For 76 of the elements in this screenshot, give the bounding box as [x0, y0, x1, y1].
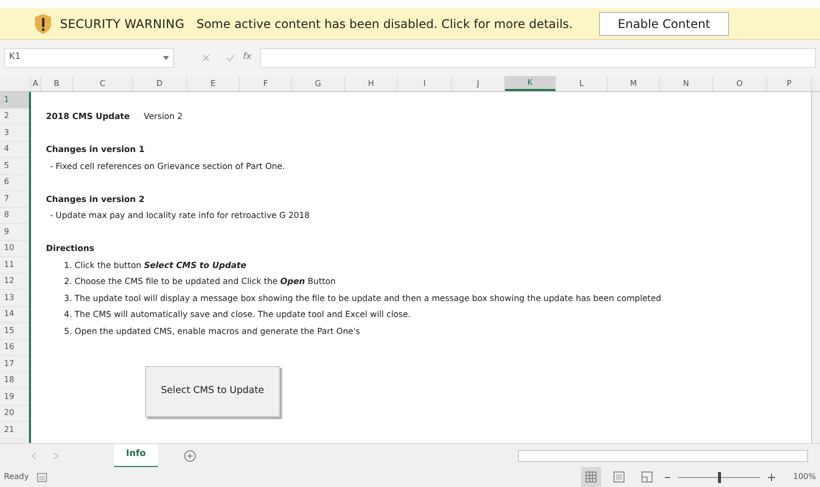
column-header[interactable]: C	[73, 76, 133, 91]
cell-text: - Fixed cell references on Grievance section of Part One.	[49, 160, 285, 173]
column-header[interactable]: M	[608, 76, 660, 91]
row-header[interactable]: 21	[0, 422, 29, 438]
column-header[interactable]: F	[240, 76, 292, 91]
row-header[interactable]: 16	[0, 340, 29, 356]
status-text: Ready	[4, 471, 29, 483]
vertical-scrollbar[interactable]	[812, 92, 820, 443]
dropdown-caret-icon[interactable]	[163, 56, 169, 60]
cell-text: Version 2	[144, 110, 183, 124]
row-header[interactable]: 20	[0, 406, 29, 422]
warning-message[interactable]: Some active content has been disabled. Click for more details.	[196, 14, 573, 32]
select-cms-button[interactable]: Select CMS to Update	[145, 366, 280, 417]
row-header[interactable]: 2	[0, 108, 29, 125]
column-header[interactable]: N	[660, 76, 713, 91]
column-header[interactable]: E	[187, 76, 240, 91]
zoom-in-icon[interactable]	[768, 474, 776, 480]
row-header[interactable]: 9	[0, 224, 29, 240]
row-header[interactable]: 14	[0, 306, 29, 323]
row-header[interactable]: 7	[0, 191, 29, 208]
cell-text: Changes in version 1	[46, 143, 145, 156]
cell-text: 2018 CMS Update	[46, 110, 130, 124]
row-header[interactable]: 17	[0, 356, 29, 372]
enable-content-button[interactable]: Enable Content	[598, 12, 730, 36]
row-header[interactable]: 4	[0, 142, 29, 158]
check-icon[interactable]	[226, 54, 235, 62]
next-sheet-icon[interactable]	[54, 452, 58, 458]
page-break-icon	[641, 471, 654, 483]
zoom-level[interactable]: 100%	[793, 471, 816, 483]
column-header[interactable]: K	[505, 76, 556, 91]
row-header[interactable]: 12	[0, 274, 29, 290]
horizontal-scrollbar[interactable]	[518, 450, 808, 462]
sheet-tab[interactable]: Info	[114, 444, 158, 468]
column-header[interactable]: A	[31, 76, 41, 91]
column-header[interactable]: B	[41, 76, 73, 91]
previous-sheet-icon[interactable]	[32, 452, 36, 458]
name-box[interactable]: K1	[4, 48, 174, 68]
zoom-out-icon[interactable]	[665, 476, 670, 478]
row-header[interactable]: 18	[0, 372, 29, 389]
row-header[interactable]: 19	[0, 389, 29, 406]
cancel-icon[interactable]	[202, 54, 210, 62]
column-header[interactable]: O	[713, 76, 767, 91]
zoom-thumb[interactable]	[718, 472, 721, 482]
page-layout-icon	[613, 471, 626, 483]
cell-text: 4. The CMS will automatically save and close. The update tool and Excel will close.	[63, 308, 411, 322]
cell-text: 1. Click the button Select CMS to Update	[63, 258, 246, 272]
row-header[interactable]: 11	[0, 257, 29, 274]
normal-view-icon	[585, 471, 598, 483]
cell-text: 3. The update tool will display a message box showing the file to be update and then a message box showing the update has been completed	[63, 292, 662, 305]
column-header[interactable]: D	[133, 76, 187, 91]
add-sheet-icon[interactable]	[184, 450, 196, 462]
row-header[interactable]: 15	[0, 323, 29, 340]
row-header[interactable]: 3	[0, 125, 29, 142]
formula-input[interactable]	[260, 48, 816, 68]
cell-text: Directions	[46, 242, 94, 256]
name-box-value: K1	[9, 51, 21, 64]
warning-shield-icon	[34, 12, 52, 34]
column-header[interactable]: L	[556, 76, 608, 91]
column-header[interactable]: G	[292, 76, 345, 91]
row-header[interactable]: 5	[0, 158, 29, 174]
warning-title: SECURITY WARNING	[60, 16, 184, 32]
row-header[interactable]: 13	[0, 290, 29, 306]
column-header[interactable]: H	[345, 76, 398, 91]
column-header[interactable]: P	[767, 76, 812, 91]
cell-text: Changes in version 2	[46, 192, 145, 206]
column-header[interactable]: I	[398, 76, 452, 91]
cell-text: - Update max pay and locality rate info for retroactive G 2018	[49, 209, 310, 222]
insert-function-button[interactable]: fx	[241, 51, 254, 65]
normal-view-button[interactable]	[581, 467, 602, 487]
row-header[interactable]: 8	[0, 208, 29, 224]
row-header[interactable]: 10	[0, 240, 29, 257]
row-header[interactable]: 6	[0, 174, 29, 191]
row-header[interactable]: 1	[0, 92, 29, 108]
cell-text: 2. Choose the CMS file to be updated and Click the Open Button	[63, 275, 336, 288]
macro-record-icon[interactable]	[36, 472, 47, 482]
cell-text: 5. Open the updated CMS, enable macros and generate the Part One's	[63, 324, 360, 338]
